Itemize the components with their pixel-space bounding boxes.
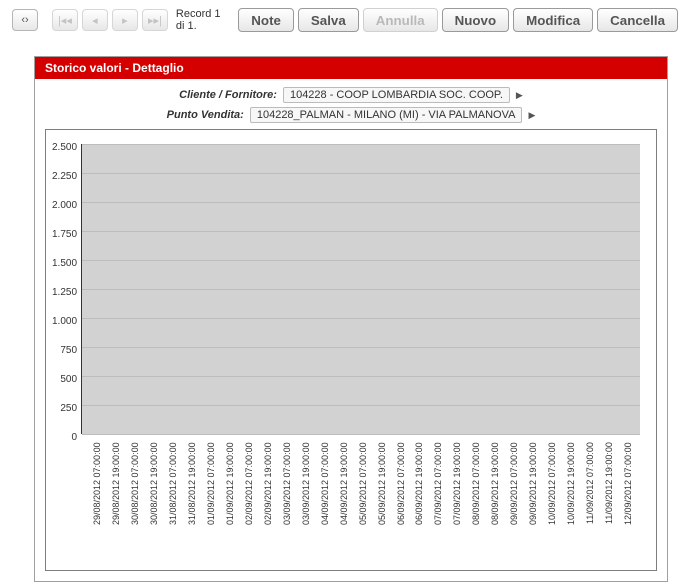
first-icon: |◂◂	[58, 14, 72, 27]
nav-next-button[interactable]: ▸	[112, 9, 138, 31]
cancel-button[interactable]: Annulla	[363, 8, 438, 32]
x-tick: 10/09/2012 07:00:00	[547, 442, 564, 560]
x-tick: 04/09/2012 19:00:00	[339, 442, 356, 560]
x-axis: 29/08/2012 07:00:0029/08/2012 19:00:0030…	[46, 438, 656, 570]
x-tick: 29/08/2012 19:00:00	[111, 442, 128, 560]
x-tick: 07/09/2012 19:00:00	[452, 442, 469, 560]
nav-prev-button[interactable]: ◂	[82, 9, 108, 31]
panel-title: Storico valori - Dettaglio	[35, 57, 667, 79]
panel-body: Cliente / Fornitore: 104228 - COOP LOMBA…	[35, 79, 667, 581]
nav-last-button[interactable]: ▸▸|	[142, 9, 168, 31]
client-label: Cliente / Fornitore:	[179, 89, 277, 101]
client-value[interactable]: 104228 - COOP LOMBARDIA SOC. COOP.	[283, 87, 510, 103]
nav-first-button[interactable]: |◂◂	[52, 9, 78, 31]
x-tick: 10/09/2012 19:00:00	[566, 442, 583, 560]
x-tick: 03/09/2012 07:00:00	[282, 442, 299, 560]
x-tick: 30/08/2012 19:00:00	[149, 442, 166, 560]
edit-button[interactable]: Modifica	[513, 8, 593, 32]
x-tick: 31/08/2012 19:00:00	[187, 442, 204, 560]
angle-brackets-icon: ‹›	[21, 14, 28, 26]
x-tick: 06/09/2012 07:00:00	[396, 442, 413, 560]
x-tick: 12/09/2012 07:00:00	[623, 442, 640, 560]
pos-value[interactable]: 104228_PALMAN - MILANO (MI) - VIA PALMAN…	[250, 107, 523, 123]
x-tick: 01/09/2012 07:00:00	[206, 442, 223, 560]
client-row: Cliente / Fornitore: 104228 - COOP LOMBA…	[45, 87, 657, 103]
x-tick: 05/09/2012 07:00:00	[358, 442, 375, 560]
x-tick: 02/09/2012 07:00:00	[244, 442, 261, 560]
y-axis: 2.5002.2502.0001.7501.5001.2501.00075050…	[52, 144, 81, 434]
nav-refresh-button[interactable]: ‹›	[12, 9, 38, 31]
new-button[interactable]: Nuovo	[442, 8, 509, 32]
x-tick: 09/09/2012 19:00:00	[528, 442, 545, 560]
x-tick: 05/09/2012 19:00:00	[377, 442, 394, 560]
x-tick: 29/08/2012 07:00:00	[92, 442, 109, 560]
note-button[interactable]: Note	[238, 8, 294, 32]
x-tick: 03/09/2012 19:00:00	[301, 442, 318, 560]
x-tick: 01/09/2012 19:00:00	[225, 442, 242, 560]
x-tick: 30/08/2012 07:00:00	[130, 442, 147, 560]
x-tick: 02/09/2012 19:00:00	[263, 442, 280, 560]
pos-row: Punto Vendita: 104228_PALMAN - MILANO (M…	[45, 107, 657, 123]
detail-panel: Storico valori - Dettaglio Cliente / For…	[34, 56, 668, 582]
record-counter: Record 1 di 1.	[172, 8, 234, 32]
top-toolbar: ‹› |◂◂ ◂ ▸ ▸▸| Record 1 di 1. Note Salva…	[0, 0, 690, 42]
grid	[82, 144, 640, 434]
x-tick: 09/09/2012 07:00:00	[509, 442, 526, 560]
dropdown-icon[interactable]: ▶	[516, 90, 523, 101]
last-icon: ▸▸|	[148, 14, 162, 27]
x-tick: 31/08/2012 07:00:00	[168, 442, 185, 560]
x-tick: 04/09/2012 07:00:00	[320, 442, 337, 560]
prev-icon: ◂	[92, 14, 98, 27]
delete-button[interactable]: Cancella	[597, 8, 678, 32]
chart: 2.5002.2502.0001.7501.5001.2501.00075050…	[45, 129, 657, 571]
plot-area	[81, 144, 640, 434]
x-tick: 11/09/2012 19:00:00	[604, 442, 621, 560]
save-button[interactable]: Salva	[298, 8, 359, 32]
pos-label: Punto Vendita:	[167, 109, 244, 121]
dropdown-icon[interactable]: ▶	[528, 110, 535, 121]
x-tick: 11/09/2012 07:00:00	[585, 442, 602, 560]
x-tick: 08/09/2012 07:00:00	[471, 442, 488, 560]
x-tick: 08/09/2012 19:00:00	[490, 442, 507, 560]
next-icon: ▸	[122, 14, 128, 27]
x-tick: 07/09/2012 07:00:00	[433, 442, 450, 560]
x-tick: 06/09/2012 19:00:00	[414, 442, 431, 560]
